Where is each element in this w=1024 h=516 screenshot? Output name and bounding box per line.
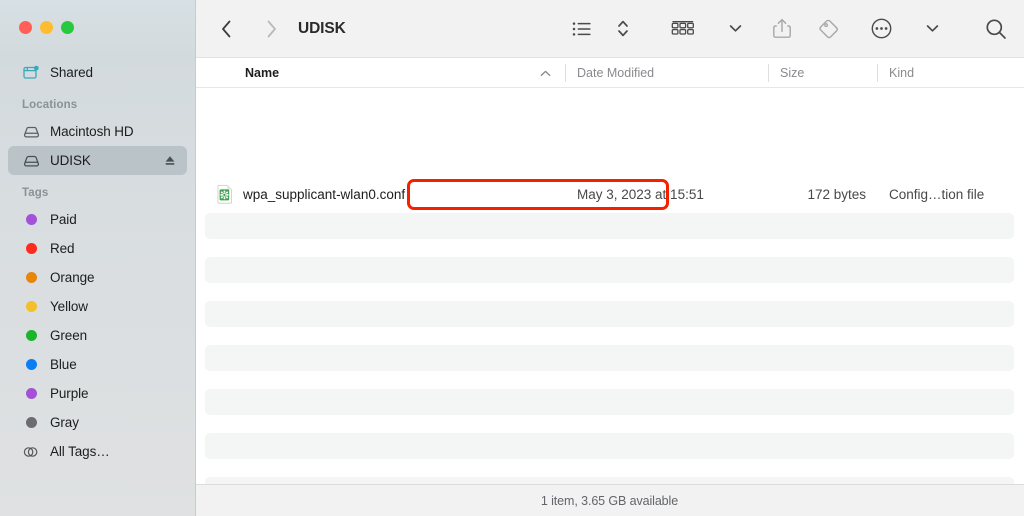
status-bar-text: 1 item, 3.65 GB available <box>540 493 679 508</box>
sidebar-item-tag-yellow[interactable]: Yellow <box>8 292 187 321</box>
column-header-label: Date Modified <box>577 65 655 80</box>
config-file-icon <box>217 184 234 204</box>
column-header-kind[interactable]: Kind <box>877 58 1024 88</box>
file-kind-cell: Config…tion file <box>889 186 985 202</box>
sidebar-item-tag-orange[interactable]: Orange <box>8 263 187 292</box>
sidebar-item-label: Purple <box>50 386 89 401</box>
file-name-label: wpa_supplicant-wlan0.conf <box>243 186 406 202</box>
sidebar-item-tag-green[interactable]: Green <box>8 321 187 350</box>
shared-folder-icon <box>22 65 41 80</box>
tag-dot-icon <box>22 417 41 428</box>
sidebar-item-label: Green <box>50 328 88 343</box>
row-stripe <box>205 257 1014 283</box>
column-header-name[interactable]: Name <box>195 58 565 88</box>
sidebar-item-label: Paid <box>50 212 77 227</box>
row-stripe <box>205 213 1014 239</box>
row-stripe <box>205 345 1014 371</box>
column-header-date-modified[interactable]: Date Modified <box>565 58 768 88</box>
sidebar-item-udisk[interactable]: UDISK <box>8 146 187 175</box>
sidebar: Shared Locations Macintosh HD UDISK Tags… <box>0 0 195 516</box>
row-stripe <box>205 301 1014 327</box>
close-button[interactable] <box>19 21 32 34</box>
breadcrumb-title: UDISK <box>298 19 346 37</box>
sidebar-item-label: All Tags… <box>50 444 110 459</box>
all-tags-icon <box>22 446 41 458</box>
list-view-icon[interactable] <box>569 16 596 42</box>
sidebar-item-shared[interactable]: Shared <box>8 58 187 87</box>
sidebar-heading-tags: Tags <box>22 187 49 199</box>
group-chevron-icon[interactable] <box>726 16 745 42</box>
tag-dot-icon <box>22 272 41 283</box>
main-panel: UDISK Name Date Modified Size Kind wpa_s… <box>195 0 1024 516</box>
sidebar-item-macintosh-hd[interactable]: Macintosh HD <box>8 117 187 146</box>
row-stripe <box>205 433 1014 459</box>
tag-dot-icon <box>22 359 41 370</box>
sidebar-item-tag-red[interactable]: Red <box>8 234 187 263</box>
hard-disk-icon <box>22 125 41 139</box>
sidebar-item-label: Macintosh HD <box>50 124 134 139</box>
tag-dot-icon <box>22 330 41 341</box>
sidebar-item-label: UDISK <box>50 153 91 168</box>
status-bar: 1 item, 3.65 GB available <box>195 484 1024 516</box>
maximize-button[interactable] <box>61 21 74 34</box>
column-header-label: Name <box>245 65 280 80</box>
share-icon[interactable] <box>770 16 794 42</box>
search-icon[interactable] <box>982 16 1010 42</box>
sidebar-heading-locations: Locations <box>22 99 78 111</box>
sidebar-item-label: Orange <box>50 270 95 285</box>
sidebar-item-tag-purple[interactable]: Purple <box>8 379 187 408</box>
file-size-cell: 172 bytes <box>807 186 866 202</box>
sidebar-item-all-tags[interactable]: All Tags… <box>8 437 187 466</box>
sidebar-item-label: Shared <box>50 65 93 80</box>
sidebar-item-tag-paid[interactable]: Paid <box>8 205 187 234</box>
sidebar-item-label: Yellow <box>50 299 88 314</box>
file-date-cell: May 3, 2023 at 15:51 <box>577 186 704 202</box>
forward-button[interactable] <box>258 16 284 42</box>
chevron-up-icon <box>540 66 551 80</box>
column-header-label: Kind <box>889 65 915 80</box>
tag-dot-icon <box>22 301 41 312</box>
column-header-size[interactable]: Size <box>768 58 877 88</box>
sort-order-icon[interactable] <box>614 16 632 42</box>
sidebar-item-tag-gray[interactable]: Gray <box>8 408 187 437</box>
table-row[interactable]: wpa_supplicant-wlan0.conf May 3, 2023 at… <box>195 179 1024 209</box>
finder-window: Shared Locations Macintosh HD UDISK Tags… <box>0 0 1024 516</box>
column-headers: Name Date Modified Size Kind <box>195 58 1024 88</box>
group-view-icon[interactable] <box>668 16 698 42</box>
sidebar-item-label: Red <box>50 241 75 256</box>
row-stripe <box>205 389 1014 415</box>
eject-icon[interactable] <box>163 154 177 167</box>
minimize-button[interactable] <box>40 21 53 34</box>
more-chevron-icon[interactable] <box>923 16 942 42</box>
sidebar-scroll: Shared Locations Macintosh HD UDISK Tags… <box>0 58 195 516</box>
tag-dot-icon <box>22 214 41 225</box>
hard-disk-icon <box>22 154 41 168</box>
sidebar-item-label: Blue <box>50 357 77 372</box>
file-list[interactable]: wpa_supplicant-wlan0.conf May 3, 2023 at… <box>195 88 1024 484</box>
sidebar-item-tag-blue[interactable]: Blue <box>8 350 187 379</box>
tag-dot-icon <box>22 243 41 254</box>
toolbar: UDISK <box>195 0 1024 58</box>
tag-dot-icon <box>22 388 41 399</box>
toolbar-actions <box>569 16 1010 42</box>
file-name-cell: wpa_supplicant-wlan0.conf <box>195 184 565 204</box>
column-header-label: Size <box>780 65 805 80</box>
sidebar-item-label: Gray <box>50 415 79 430</box>
back-button[interactable] <box>213 16 239 42</box>
traffic-lights <box>19 21 74 34</box>
row-stripe <box>205 477 1014 484</box>
more-actions-icon[interactable] <box>868 16 895 42</box>
tag-icon[interactable] <box>816 16 843 42</box>
